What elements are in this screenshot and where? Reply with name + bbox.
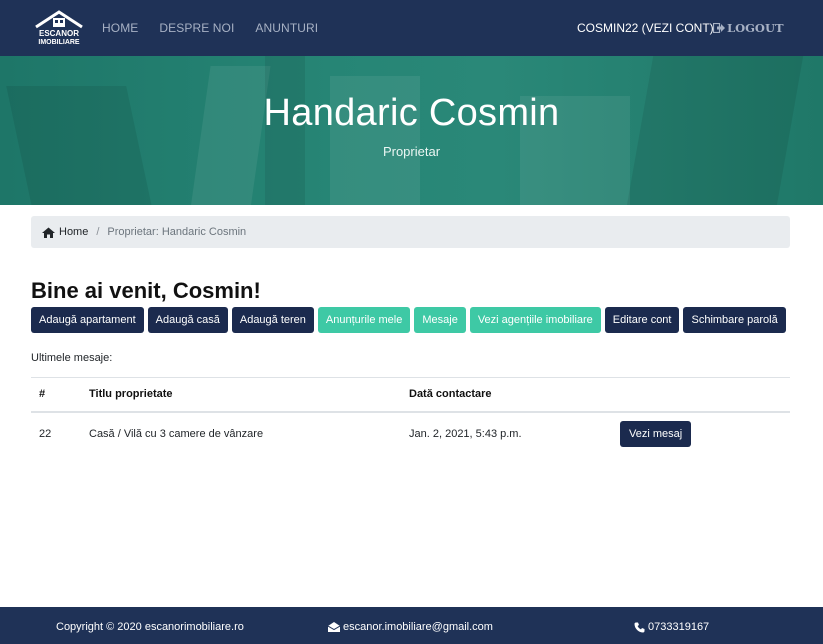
footer: Copyright © 2020 escanorimobiliare.ro es… [0, 607, 823, 644]
building-shape [189, 66, 271, 205]
sign-out-icon [713, 23, 725, 33]
welcome-heading: Bine ai venit, Cosmin! [31, 278, 261, 303]
footer-phone-text: 0733319167 [648, 621, 710, 633]
footer-phone[interactable]: 0733319167 [634, 621, 709, 633]
breadcrumb-home[interactable]: Home [42, 226, 88, 238]
nav-link-home[interactable]: HOME [102, 21, 138, 35]
change-password-button[interactable]: Schimbare parolă [683, 307, 786, 333]
view-agencies-button[interactable]: Vezi agențiile imobiliare [469, 307, 601, 333]
logo[interactable]: ESCANOR IMOBILIARE [33, 9, 85, 47]
column-header-id: # [31, 377, 81, 413]
add-apartment-button[interactable]: Adaugă apartament [31, 307, 144, 333]
cell-date: Jan. 2, 2021, 5:43 p.m. [409, 428, 522, 440]
table-row: 22 Casă / Vilă cu 3 camere de vânzare Ja… [31, 412, 790, 456]
add-house-button[interactable]: Adaugă casă [147, 307, 228, 333]
hero-title: Handaric Cosmin [263, 92, 560, 134]
view-message-button[interactable]: Vezi mesaj [620, 421, 692, 447]
breadcrumb-separator: / [96, 226, 100, 238]
footer-email-text: escanor.imobiliare@gmail.com [343, 621, 493, 633]
logout-label: LOGOUT [727, 21, 784, 35]
account-link[interactable]: COSMIN22 (VEZI CONT) [577, 21, 714, 35]
footer-email[interactable]: escanor.imobiliare@gmail.com [328, 621, 493, 633]
column-header-date: Dată contactare [401, 377, 612, 413]
home-icon [42, 227, 55, 238]
cell-title: Casă / Vilă cu 3 camere de vânzare [89, 428, 264, 440]
logo-text-line1: ESCANOR [39, 29, 79, 38]
nav-link-anunturi[interactable]: ANUNTURI [255, 21, 318, 35]
breadcrumb-current: Proprietar: Handaric Cosmin [107, 226, 247, 238]
recent-messages-label: Ultimele mesaje: [31, 352, 113, 364]
edit-account-button[interactable]: Editare cont [604, 307, 680, 333]
house-logo-icon: ESCANOR IMOBILIARE [35, 10, 83, 46]
breadcrumb: Home / Proprietar: Handaric Cosmin [31, 216, 790, 248]
navbar: ESCANOR IMOBILIARE HOME DESPRE NOI ANUNT… [0, 0, 823, 56]
my-listings-button[interactable]: Anunțurile mele [317, 307, 411, 333]
messages-table: # Titlu proprietate Dată contactare 22 C… [31, 377, 790, 456]
footer-copyright: Copyright © 2020 escanorimobiliare.ro [56, 621, 244, 633]
table-header-row: # Titlu proprietate Dată contactare [31, 377, 790, 413]
nav-link-despre-noi[interactable]: DESPRE NOI [159, 21, 234, 35]
hero-banner: Handaric Cosmin Proprietar [0, 56, 823, 205]
messages-button[interactable]: Mesaje [414, 307, 466, 333]
column-header-action [612, 377, 790, 413]
phone-icon [634, 622, 645, 632]
nav-links: HOME DESPRE NOI ANUNTURI [102, 0, 318, 56]
add-land-button[interactable]: Adaugă teren [231, 307, 314, 333]
column-header-title: Titlu proprietate [81, 377, 401, 413]
envelope-open-icon [328, 622, 340, 632]
logout-link[interactable]: LOGOUT [713, 21, 784, 35]
breadcrumb-home-label: Home [59, 226, 89, 238]
hero-subtitle: Proprietar [382, 144, 441, 159]
action-buttons: Adaugă apartament Adaugă casă Adaugă ter… [31, 307, 786, 333]
logo-text-line2: IMOBILIARE [38, 39, 80, 46]
cell-id: 22 [39, 428, 52, 440]
